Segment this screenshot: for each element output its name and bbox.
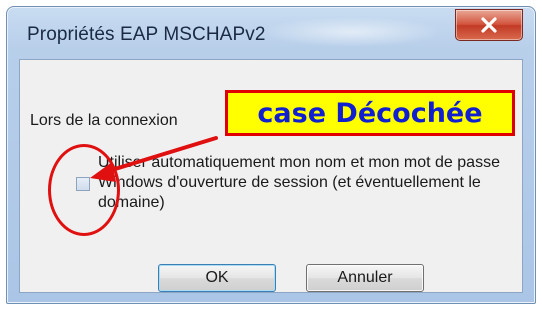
screenshot-stage: Propriétés EAP MSCHAPv2 Lors de la conne… (0, 0, 542, 310)
auto-credentials-checkbox[interactable] (76, 177, 90, 191)
annotation-callout: case Décochée (225, 90, 515, 136)
cancel-button[interactable]: Annuler (306, 264, 424, 292)
title-bar[interactable]: Propriétés EAP MSCHAPv2 (7, 7, 535, 59)
dialog-content: Lors de la connexion Utiliser automatiqu… (19, 59, 523, 293)
connexion-label: Lors de la connexion (30, 112, 178, 129)
close-button[interactable] (455, 9, 523, 41)
auto-credentials-label[interactable]: Utiliser automatiquement mon nom et mon … (98, 153, 508, 213)
window-title: Propriétés EAP MSCHAPv2 (27, 24, 266, 45)
title-bar-glow (262, 17, 442, 47)
dialog-window: Propriétés EAP MSCHAPv2 Lors de la conne… (6, 6, 536, 304)
close-icon (481, 17, 497, 33)
ok-button[interactable]: OK (158, 264, 276, 292)
callout-text: case Décochée (257, 97, 483, 129)
